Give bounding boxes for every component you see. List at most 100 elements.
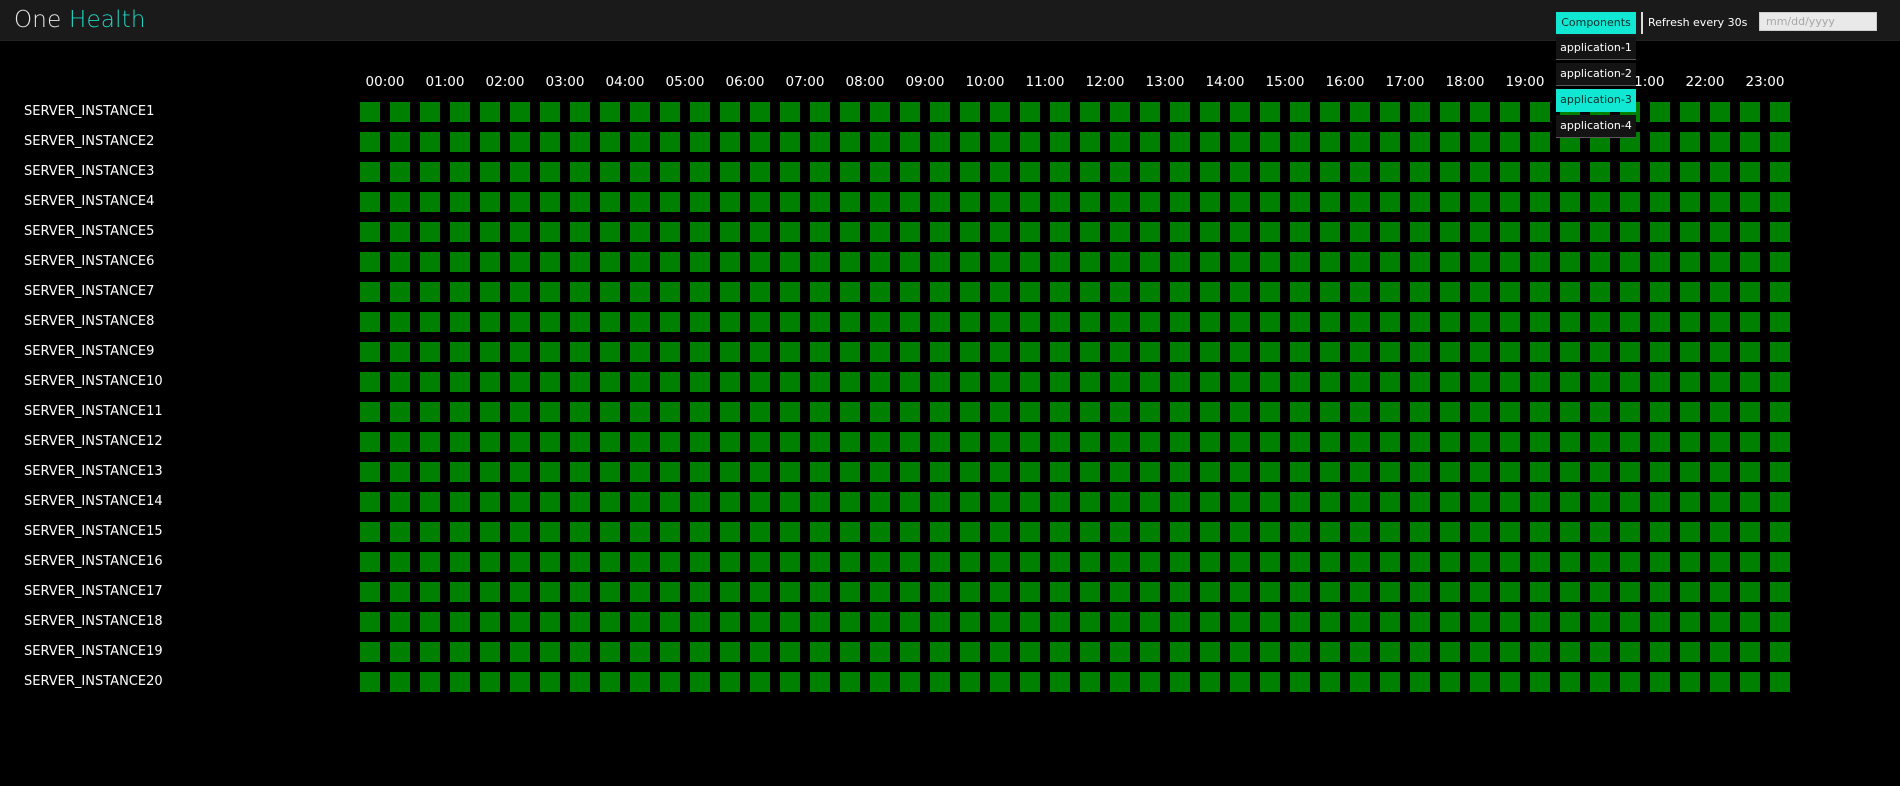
status-cell[interactable] (1290, 582, 1310, 602)
status-cell[interactable] (360, 342, 380, 362)
status-cell[interactable] (1530, 162, 1550, 182)
status-cell[interactable] (1620, 282, 1640, 302)
status-cell[interactable] (1350, 102, 1370, 122)
status-cell[interactable] (840, 642, 860, 662)
status-cell[interactable] (420, 132, 440, 152)
status-cell[interactable] (1200, 342, 1220, 362)
status-cell[interactable] (1020, 612, 1040, 632)
status-cell[interactable] (990, 132, 1010, 152)
status-cell[interactable] (1740, 342, 1760, 362)
status-cell[interactable] (1140, 312, 1160, 332)
status-cell[interactable] (1260, 192, 1280, 212)
status-cell[interactable] (840, 162, 860, 182)
status-cell[interactable] (930, 222, 950, 242)
status-cell[interactable] (930, 582, 950, 602)
status-cell[interactable] (1650, 402, 1670, 422)
status-cell[interactable] (540, 582, 560, 602)
status-cell[interactable] (1290, 372, 1310, 392)
status-cell[interactable] (1530, 192, 1550, 212)
status-cell[interactable] (1290, 402, 1310, 422)
status-cell[interactable] (1710, 102, 1730, 122)
status-cell[interactable] (750, 252, 770, 272)
status-cell[interactable] (1770, 192, 1790, 212)
status-cell[interactable] (720, 462, 740, 482)
status-cell[interactable] (1110, 222, 1130, 242)
status-cell[interactable] (1440, 312, 1460, 332)
status-cell[interactable] (840, 402, 860, 422)
status-cell[interactable] (1680, 552, 1700, 572)
status-cell[interactable] (870, 612, 890, 632)
status-cell[interactable] (480, 522, 500, 542)
status-cell[interactable] (840, 462, 860, 482)
status-cell[interactable] (510, 102, 530, 122)
status-cell[interactable] (1170, 432, 1190, 452)
status-cell[interactable] (810, 642, 830, 662)
status-cell[interactable] (900, 582, 920, 602)
status-cell[interactable] (1500, 252, 1520, 272)
status-cell[interactable] (660, 162, 680, 182)
status-cell[interactable] (420, 552, 440, 572)
status-cell[interactable] (1080, 402, 1100, 422)
status-cell[interactable] (990, 672, 1010, 692)
status-cell[interactable] (570, 582, 590, 602)
status-cell[interactable] (1710, 312, 1730, 332)
status-cell[interactable] (1710, 132, 1730, 152)
status-cell[interactable] (660, 342, 680, 362)
status-cell[interactable] (1110, 672, 1130, 692)
status-cell[interactable] (1470, 282, 1490, 302)
status-cell[interactable] (780, 132, 800, 152)
status-cell[interactable] (1500, 192, 1520, 212)
status-cell[interactable] (660, 642, 680, 662)
status-cell[interactable] (1050, 342, 1070, 362)
status-cell[interactable] (1740, 252, 1760, 272)
status-cell[interactable] (930, 642, 950, 662)
status-cell[interactable] (930, 372, 950, 392)
status-cell[interactable] (810, 492, 830, 512)
status-cell[interactable] (1560, 222, 1580, 242)
status-cell[interactable] (1020, 162, 1040, 182)
status-cell[interactable] (1500, 672, 1520, 692)
status-cell[interactable] (1680, 462, 1700, 482)
status-cell[interactable] (1290, 162, 1310, 182)
status-cell[interactable] (930, 672, 950, 692)
status-cell[interactable] (570, 462, 590, 482)
status-cell[interactable] (1020, 492, 1040, 512)
status-cell[interactable] (1080, 312, 1100, 332)
status-cell[interactable] (1140, 282, 1160, 302)
status-cell[interactable] (1590, 222, 1610, 242)
status-cell[interactable] (1410, 342, 1430, 362)
status-cell[interactable] (540, 462, 560, 482)
status-cell[interactable] (450, 462, 470, 482)
status-cell[interactable] (1770, 312, 1790, 332)
status-cell[interactable] (1680, 342, 1700, 362)
status-cell[interactable] (930, 402, 950, 422)
status-cell[interactable] (780, 492, 800, 512)
status-cell[interactable] (1230, 102, 1250, 122)
status-cell[interactable] (1350, 132, 1370, 152)
status-cell[interactable] (660, 672, 680, 692)
status-cell[interactable] (690, 312, 710, 332)
status-cell[interactable] (1320, 372, 1340, 392)
status-cell[interactable] (1680, 162, 1700, 182)
status-cell[interactable] (540, 282, 560, 302)
status-cell[interactable] (1170, 642, 1190, 662)
status-cell[interactable] (1620, 192, 1640, 212)
status-cell[interactable] (540, 222, 560, 242)
status-cell[interactable] (1110, 582, 1130, 602)
status-cell[interactable] (450, 372, 470, 392)
status-cell[interactable] (990, 372, 1010, 392)
status-cell[interactable] (1110, 462, 1130, 482)
status-cell[interactable] (1170, 372, 1190, 392)
status-cell[interactable] (960, 162, 980, 182)
status-cell[interactable] (810, 522, 830, 542)
status-cell[interactable] (840, 582, 860, 602)
status-cell[interactable] (1230, 402, 1250, 422)
status-cell[interactable] (780, 462, 800, 482)
status-cell[interactable] (1770, 132, 1790, 152)
status-cell[interactable] (540, 552, 560, 572)
status-cell[interactable] (600, 552, 620, 572)
status-cell[interactable] (1020, 432, 1040, 452)
status-cell[interactable] (1140, 462, 1160, 482)
status-cell[interactable] (960, 672, 980, 692)
status-cell[interactable] (1770, 462, 1790, 482)
